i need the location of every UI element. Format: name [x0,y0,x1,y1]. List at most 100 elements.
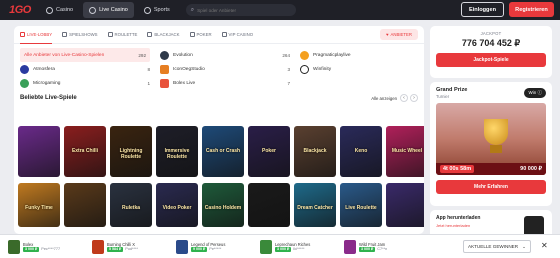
nav-live-casino[interactable]: Live Casino [83,2,134,18]
search-input[interactable] [197,7,291,13]
game-tile[interactable]: Ruletka [110,183,152,227]
winner-amount: 3 000 ₽ [23,246,40,252]
nav-casino-label: Casino [56,7,74,13]
grand-prize-card: Grand Prize Turnier Win ⓘ 4t 00s 58m 90 … [430,82,552,206]
tab-vip-casino[interactable]: VIP CASINO [221,26,254,44]
winner-game: Bolex [23,241,34,247]
winner-text: Legend of Perseus 9 000 ₽ Pe***** [191,242,225,252]
live-casino-icon [89,6,97,14]
winner-amount-row: 9 000 ₽ Pe***** [191,246,225,252]
provider-name: Microgaming [33,80,61,86]
tab-poker[interactable]: POKER [189,26,212,44]
winner-text: Burning Chilli X5 584 ₽ Pod**** [107,242,138,252]
provider-name: Atmosfera [33,66,55,72]
winner-amount-row: 3 000 ₽ Iki***** [275,246,310,252]
live-lobby-panel: LIVE-LOBBY SPIELSHOWS ROULETTE BLACKJACK… [14,26,424,234]
game-tile[interactable]: Lightning Blackjack [64,183,106,227]
provider-count: 1 [147,80,150,86]
game-title-art: Blackjack [303,148,327,154]
trophy-icon [484,119,508,145]
tab-label: VIP CASINO [228,32,254,37]
login-button[interactable]: Einloggen [461,2,504,17]
providers-button[interactable]: ♥ ANBIETER [379,29,418,40]
winner-amount-row: 3 000 ₽ C7**n [359,246,387,252]
game-title-art: Live Roulette [345,205,377,211]
jackpot-value: 776 704 452 ₽ [461,38,521,48]
provider-pragmatic[interactable]: Pragmaticplaylive8 [300,48,424,62]
winner-item[interactable]: Burning Chilli X5 584 ₽ Pod**** [92,239,160,254]
bolex-logo-icon [160,78,169,88]
winners-dropdown[interactable]: AKTUELLE GEWINNER ⌄ [463,240,531,253]
logo[interactable]: 1GO [0,4,40,16]
winner-item[interactable]: Legend of Perseus 9 000 ₽ Pe***** [176,239,244,254]
nav-sports[interactable]: Sports [138,2,176,18]
grand-prize-banner: 4t 00s 58m 90 000 ₽ [436,103,546,175]
close-icon[interactable]: ✕ [541,241,548,250]
jackpot-games-button[interactable]: Jackpot-Spiele [436,53,546,67]
game-tile[interactable]: PokerFirst Person Video P... [248,126,290,177]
provider-bolex[interactable]: Bolex Live 7 [160,76,290,90]
tab-roulette[interactable]: ROULETTE [107,26,137,44]
game-tile[interactable]: Music WheelMusic Wh... [386,126,424,177]
game-tile[interactable]: Live RouletteLive Roulette [340,183,382,227]
game-tile[interactable]: Dream Catcher [294,183,336,227]
provider-name: Alle Anbieter von Live-Casino-Spielen [24,52,105,58]
provider-name: Pragmaticplaylive [313,52,351,58]
jackpot-label: JACKPOT [480,31,502,36]
search-icon: ⌕ [190,6,195,13]
tab-game-shows[interactable]: SPIELSHOWS [62,26,98,44]
tab-blackjack[interactable]: BLACKJACK [147,26,180,44]
game-tile[interactable]: Speed Roulette [248,183,290,227]
provider-all[interactable]: Alle Anbieter von Live-Casino-Spielen 292 [20,48,150,62]
game-tile[interactable]: Immersive RouletteImmersive Roulette [156,126,198,177]
game-title-art: Video Poker [162,205,192,211]
game-tile[interactable] [386,183,424,227]
nav-casino[interactable]: Casino [40,2,79,18]
game-tile[interactable]: Casino HoldemCasino Holdem [202,183,244,227]
winner-item[interactable]: Wild Fruit Jam 3 000 ₽ C7**n [344,239,412,254]
tab-label: POKER [196,32,212,37]
game-tile[interactable]: Extra ChilliExtra Chilli Epic Spins [64,126,106,177]
game-tile[interactable]: Video PokerVideo Poker [156,183,198,227]
right-sidebar: JACKPOT 776 704 452 ₽ Jackpot-Spiele Gra… [430,26,552,240]
provider-name: Bolex Live [173,80,196,86]
blackjack-icon [147,32,153,37]
learn-more-button[interactable]: Mehr Erfahren [436,180,546,194]
game-title-art: Extra Chilli [71,148,99,154]
provider-winfinity[interactable]: Winfinity3 [300,62,424,76]
provider-count: 264 [282,52,290,58]
provider-iconoeg[interactable]: IconOegStudio 3 [160,62,290,76]
game-tile[interactable]: BlackjackInfinite Blackjack [294,126,336,177]
provider-atmosfera[interactable]: Atmosfera 8 [20,62,150,76]
category-tabs: LIVE-LOBBY SPIELSHOWS ROULETTE BLACKJACK… [14,26,424,44]
provider-count: 3 [287,66,290,72]
main-nav: Casino Live Casino Sports [40,0,180,20]
game-tile[interactable]: KenoKeno [340,126,382,177]
game-tile[interactable]: Lightning RouletteLightning Roulette [110,126,152,177]
game-thumbnail [260,239,272,254]
tab-label: BLACKJACK [154,32,180,37]
popular-header: Beliebte Live-Spiele Alle anzeigen ‹ › [14,92,424,104]
chevron-down-icon: ⌄ [522,243,526,249]
provider-microgaming[interactable]: Microgaming 1 [20,76,150,90]
jackpot-card: JACKPOT 776 704 452 ₽ Jackpot-Spiele [430,26,552,78]
tab-live-lobby[interactable]: LIVE-LOBBY [20,26,53,44]
winner-item[interactable]: Leprechaun Riches 3 000 ₽ Iki***** [260,239,328,254]
game-title-art: Immersive Roulette [164,148,190,160]
provider-evolution[interactable]: Evolution 264 [160,48,290,62]
game-title-art: Funky Time [25,205,53,211]
game-tile[interactable]: Funky Time [18,183,60,227]
search-box: ⌕ [185,4,296,16]
show-all-link[interactable]: Alle anzeigen [371,96,397,101]
winner-item[interactable]: Bolex 3 000 ₽ Pec****777 [8,239,76,254]
provider-count: 292 [138,52,146,58]
arrow-right-icon[interactable]: › [410,94,418,102]
arrow-left-icon[interactable]: ‹ [400,94,408,102]
game-tile[interactable]: Crazy Time [18,126,60,177]
game-tile[interactable]: Cash or CrashCash or Crash [202,126,244,177]
register-button[interactable]: Registrieren [509,2,554,17]
lobby-icon [20,31,25,37]
sports-icon [143,6,151,14]
provider-count: 7 [287,80,290,86]
tab-label: LIVE-LOBBY [27,31,53,37]
